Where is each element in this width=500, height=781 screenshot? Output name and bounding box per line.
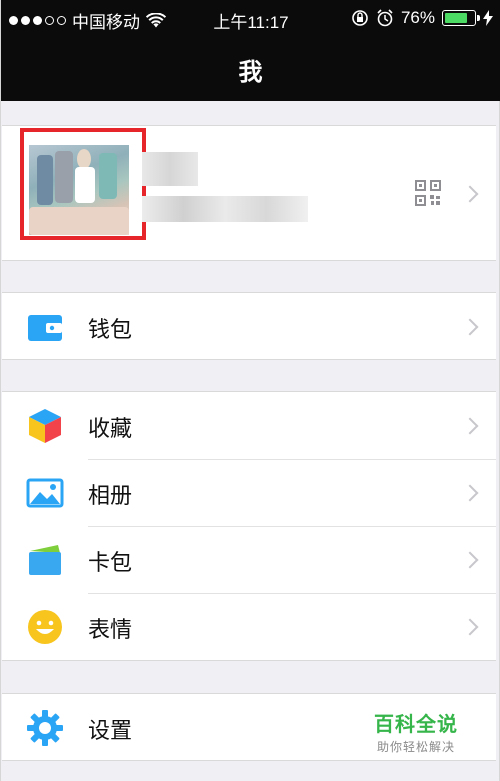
settings-section: 设置 百科全说 助你轻松解决: [2, 693, 496, 761]
watermark-brand: 百科全说: [374, 714, 458, 736]
menu-label-stickers: 表情: [88, 617, 133, 642]
app-screen: 中国移动 上午11:17 76% 我 钱包 收藏 相册 卡包 表情 设置 百科全…: [0, 0, 500, 781]
qr-code-icon[interactable]: [415, 180, 441, 206]
watermark-logo: 百科全说 助你轻松解决: [374, 708, 458, 755]
menu-label-settings: 设置: [88, 718, 133, 743]
page-title: 我: [238, 59, 264, 86]
menu-item-stickers[interactable]: 表情: [2, 593, 496, 660]
battery-percent: 76%: [400, 8, 435, 27]
alarm-icon: [377, 9, 393, 27]
profile-card[interactable]: [2, 125, 496, 261]
chevron-right-icon: [461, 484, 479, 502]
cube-icon: [29, 409, 61, 443]
card-icon: [29, 545, 61, 575]
watermark-tagline: 助你轻松解决: [376, 740, 455, 754]
menu-item-settings[interactable]: 设置 百科全说 助你轻松解决: [2, 694, 496, 761]
menu-label-cards: 卡包: [88, 550, 133, 575]
status-right: 76%: [351, 8, 493, 28]
menu-label-wallet: 钱包: [88, 317, 133, 342]
battery-icon: [442, 10, 480, 26]
wechat-id-redacted: [142, 196, 308, 222]
status-bar: 中国移动 上午11:17 76%: [1, 0, 500, 36]
charging-bolt-icon: [483, 10, 493, 26]
photo-icon: [26, 478, 64, 508]
menu-label-album: 相册: [88, 483, 133, 508]
gear-icon: [27, 710, 63, 746]
wallet-icon: [28, 315, 62, 341]
menu-item-wallet[interactable]: 钱包: [2, 293, 496, 360]
features-section: 收藏 相册 卡包 表情: [2, 391, 496, 661]
nickname-redacted: [142, 152, 198, 186]
chevron-right-icon: [461, 185, 479, 203]
top-bar: 中国移动 上午11:17 76% 我: [1, 0, 500, 101]
orientation-lock-icon: [352, 10, 368, 26]
menu-item-favorites[interactable]: 收藏: [2, 392, 496, 459]
smiley-icon: [28, 610, 62, 644]
wallet-section: 钱包: [2, 292, 496, 360]
chevron-right-icon: [461, 417, 479, 435]
chevron-right-icon: [461, 318, 479, 336]
chevron-right-icon: [461, 618, 479, 636]
menu-item-cards[interactable]: 卡包: [2, 526, 496, 593]
chevron-right-icon: [461, 551, 479, 569]
menu-item-album[interactable]: 相册: [2, 459, 496, 526]
avatar[interactable]: [29, 145, 129, 235]
menu-label-favorites: 收藏: [88, 416, 133, 441]
